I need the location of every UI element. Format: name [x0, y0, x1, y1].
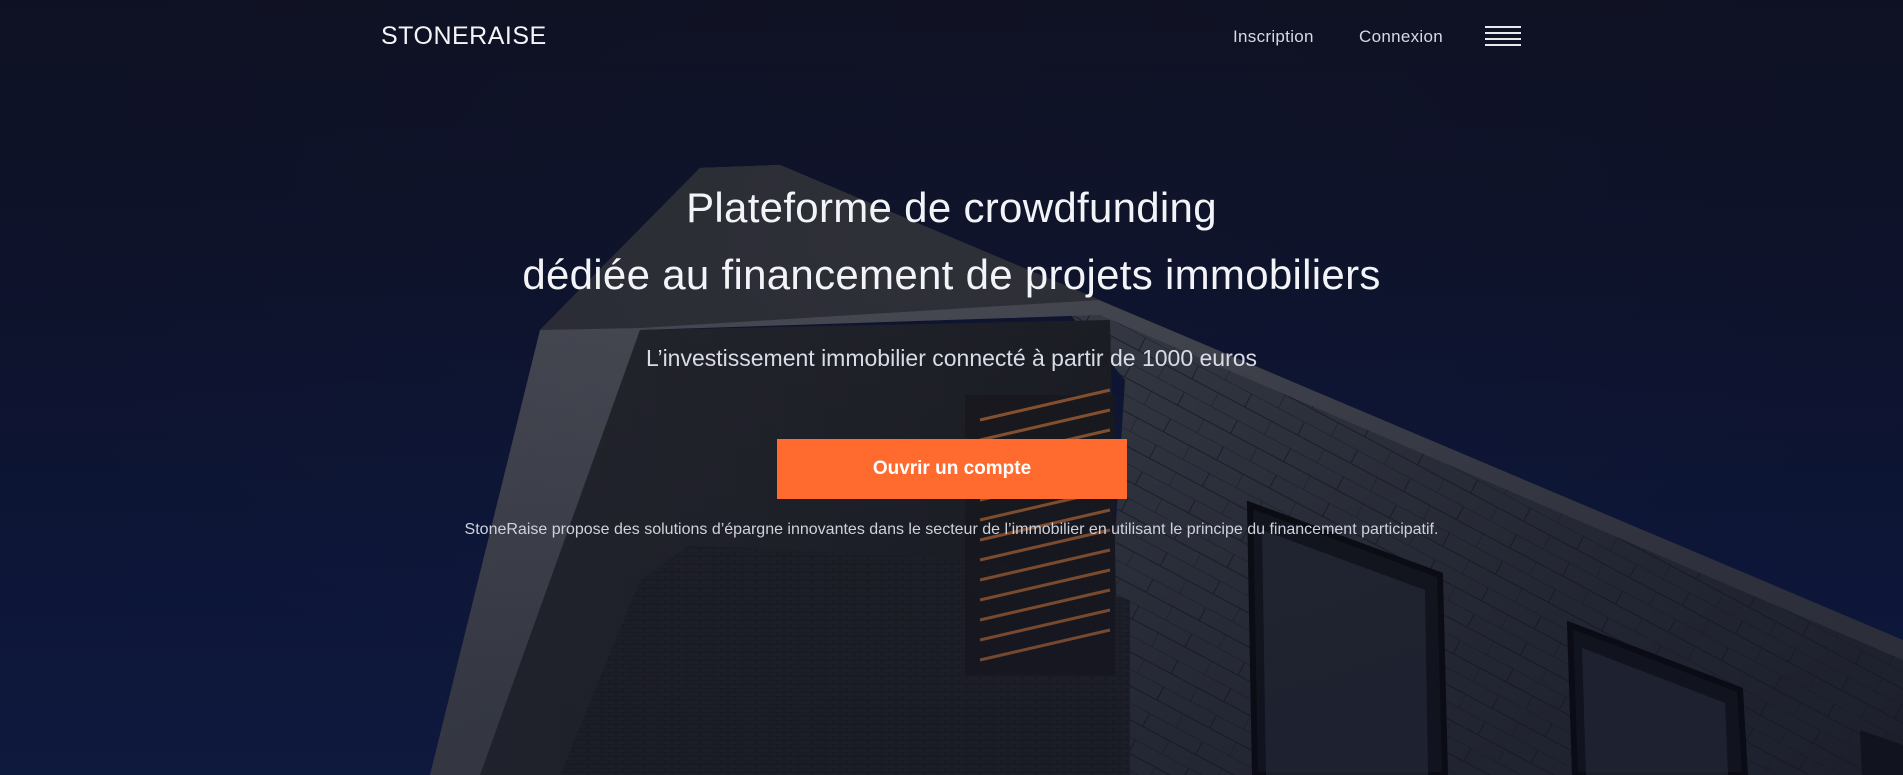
menu-bar-line — [1485, 26, 1521, 28]
hero-description: StoneRaise propose des solutions d’éparg… — [464, 521, 1439, 538]
menu-bar-line — [1485, 32, 1521, 34]
nav-link-connexion[interactable]: Connexion — [1359, 27, 1443, 47]
menu-bar-line — [1485, 44, 1521, 46]
building-background-image — [0, 0, 1903, 775]
brand-logo[interactable]: STONERAISE — [381, 22, 547, 51]
hero-headline-line2: dédiée au financement de projets immobil… — [522, 251, 1381, 298]
menu-bar-line — [1485, 38, 1521, 40]
hero-subheadline: L’investissement immobilier connecté à p… — [645, 345, 1258, 371]
top-navbar: STONERAISE Inscription Connexion — [0, 0, 1903, 76]
hamburger-menu-icon[interactable] — [1485, 26, 1523, 52]
hero-headline-line1: Plateforme de crowdfunding — [686, 184, 1217, 231]
nav-link-inscription[interactable]: Inscription — [1233, 27, 1314, 47]
hero-section: STONERAISE Inscription Connexion Platefo… — [0, 0, 1903, 775]
open-account-button[interactable]: Ouvrir un compte — [777, 439, 1127, 499]
